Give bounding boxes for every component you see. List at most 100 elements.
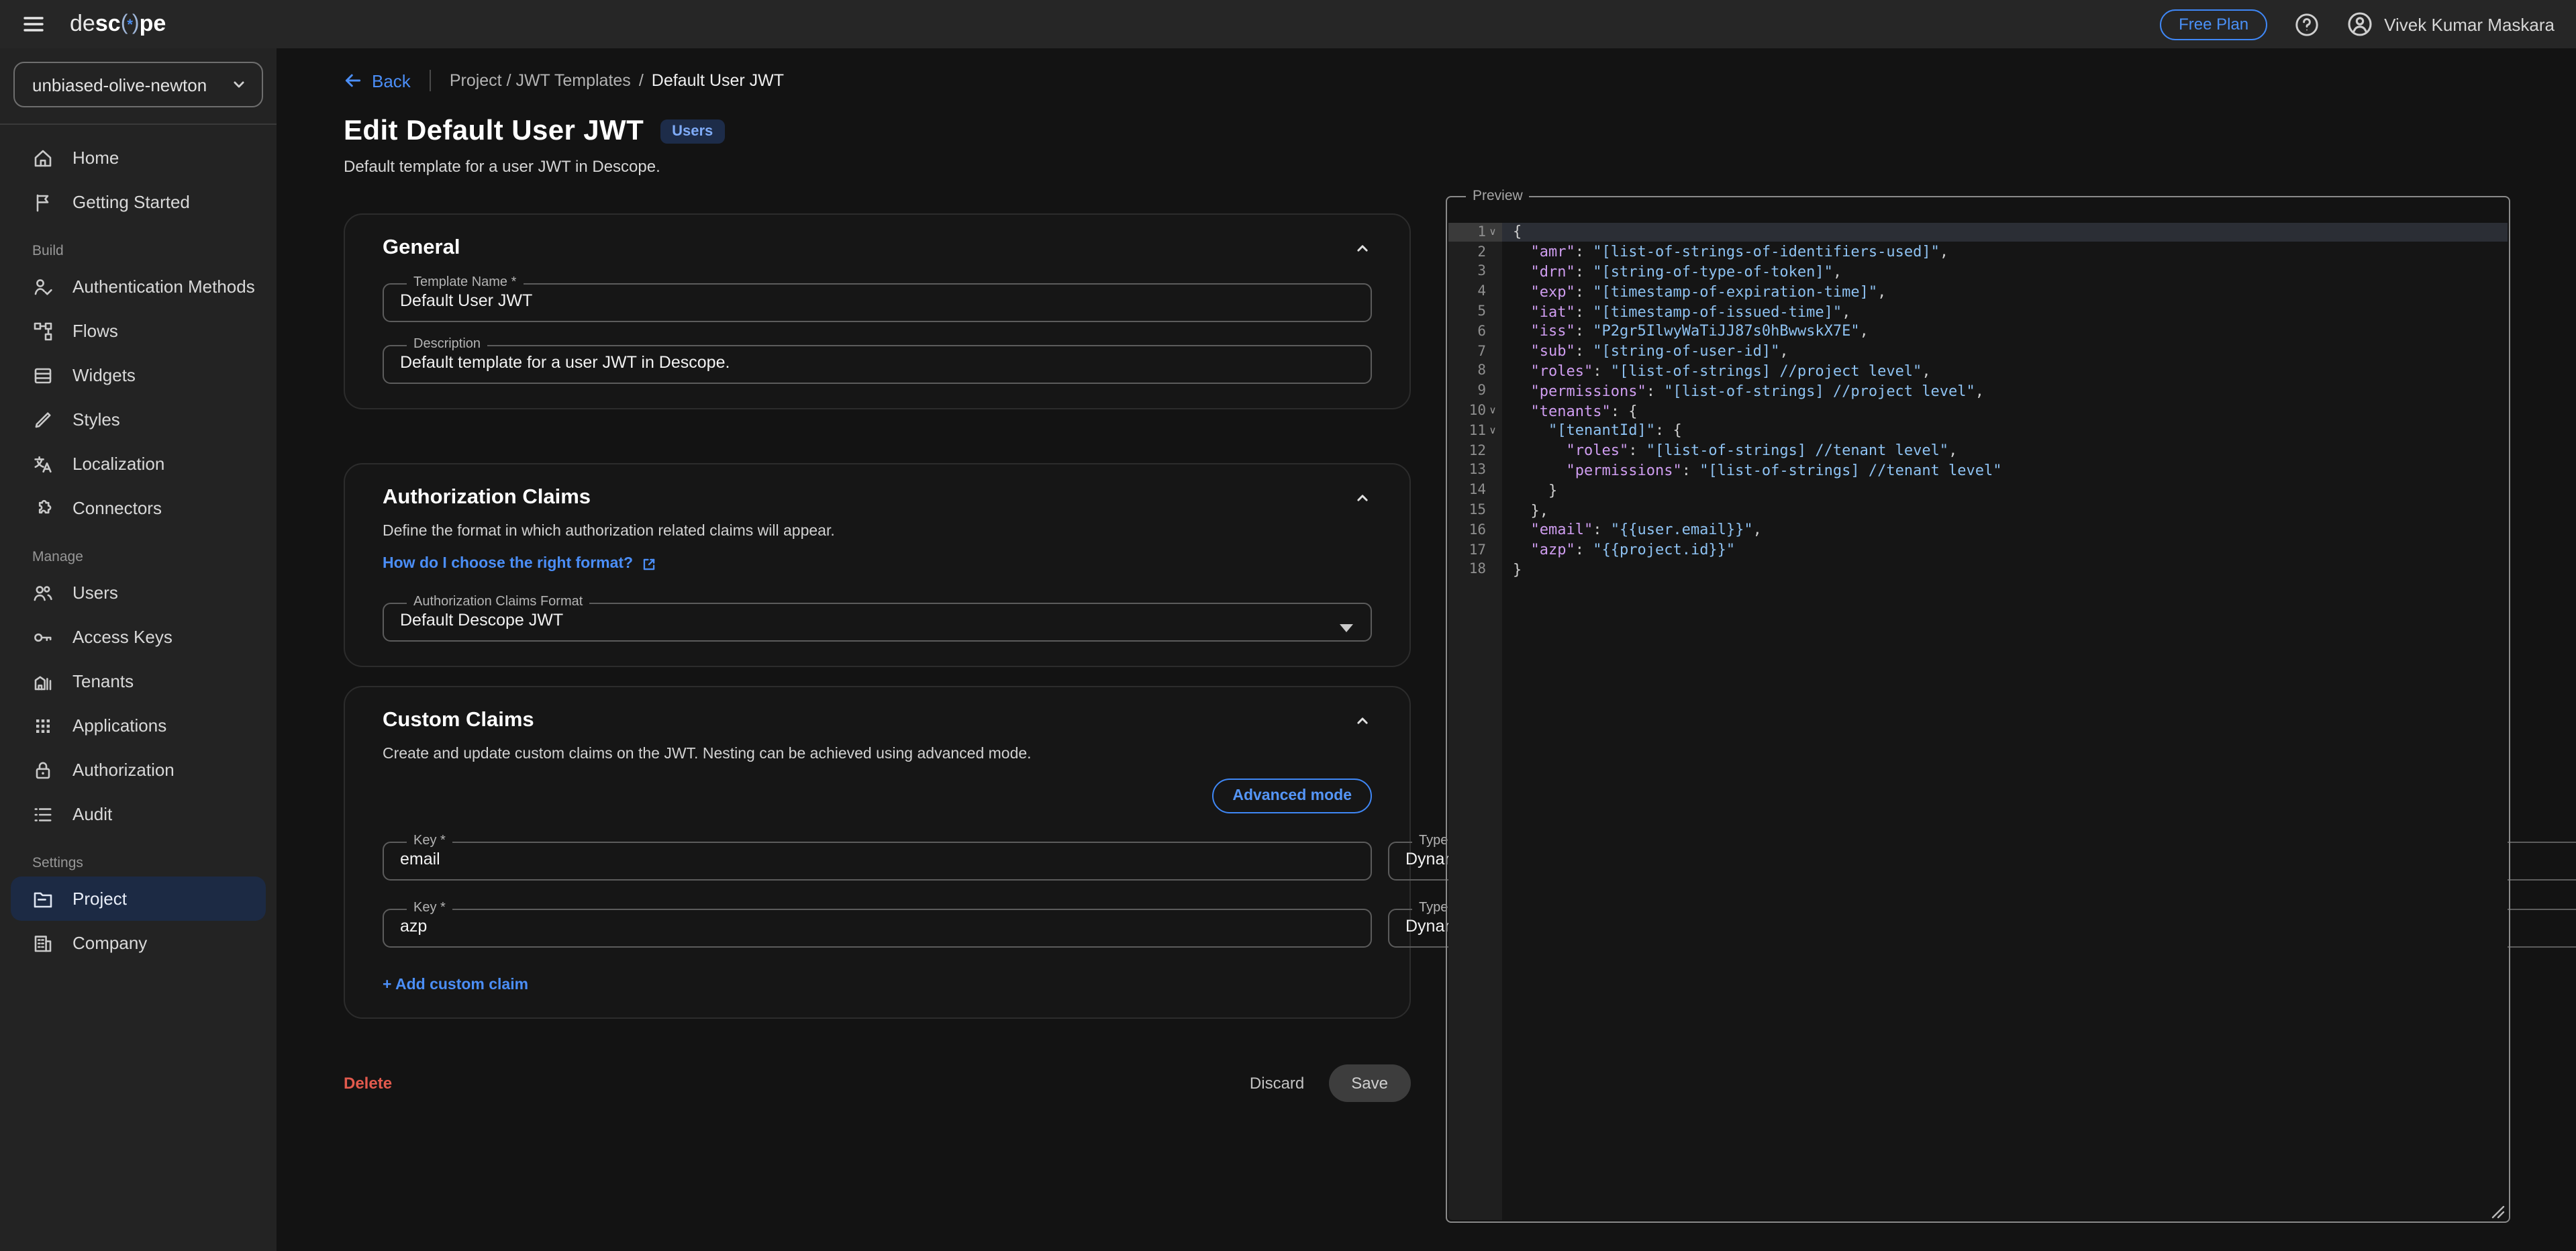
card-title-authorization-claims: Authorization Claims [383, 486, 1353, 510]
sidebar-item-label: Widgets [72, 365, 136, 385]
chevron-up-icon[interactable] [1353, 711, 1372, 730]
claim-key-input-label: Key * [407, 902, 452, 915]
fold-chevron-icon[interactable]: ∨ [1486, 426, 1499, 436]
chevron-up-icon[interactable] [1353, 239, 1372, 258]
descope-logo[interactable]: desc(*)pe [70, 11, 166, 38]
code-line: 3 "drn": "[string-of-type-of-token]", [1448, 262, 2508, 282]
sidebar-item-audit[interactable]: Audit [11, 792, 266, 836]
code-line: 14 } [1448, 481, 2508, 501]
code-line: 5 "iat": "[timestamp-of-issued-time]", [1448, 301, 2508, 321]
fold-chevron-icon[interactable]: ∨ [1486, 227, 1499, 237]
claim-key-input[interactable]: Key *email [383, 835, 1372, 881]
discard-button[interactable]: Discard [1250, 1074, 1304, 1093]
code-line: 13 "permissions": "[list-of-strings] //t… [1448, 460, 2508, 481]
sidebar-item-label: Audit [72, 804, 112, 824]
sidebar-item-getting-started[interactable]: Getting Started [11, 180, 266, 224]
claim-key-input[interactable]: Key *azp [383, 902, 1372, 948]
code-line: 4 "exp": "[timestamp-of-expiration-time]… [1448, 282, 2508, 302]
sidebar-item-widgets[interactable]: Widgets [11, 353, 266, 397]
audit-icon [32, 803, 54, 825]
claims-format-select[interactable]: Authorization Claims Format Default Desc… [383, 596, 1372, 642]
line-number: 8 [1448, 363, 1486, 379]
sidebar-item-localization[interactable]: Localization [11, 442, 266, 486]
descope-o-icon: (*) [121, 12, 140, 36]
sidebar-item-authorization[interactable]: Authorization [11, 748, 266, 792]
sidebar-item-label: Authorization [72, 760, 175, 780]
sidebar-item-label: Applications [72, 715, 166, 736]
line-number: 1 [1448, 224, 1486, 240]
code-line: 15 }, [1448, 500, 2508, 520]
breadcrumb-path[interactable]: Project / JWT Templates [450, 71, 631, 90]
line-number: 16 [1448, 522, 1486, 538]
sidebar-item-authentication-methods[interactable]: Authentication Methods [11, 264, 266, 309]
fold-chevron-icon[interactable]: ∨ [1486, 406, 1499, 416]
code-line: 2 "amr": "[list-of-strings-of-identifier… [1448, 242, 2508, 262]
code-line: 12 "roles": "[list-of-strings] //tenant … [1448, 441, 2508, 461]
sidebar-item-label: Users [72, 583, 118, 603]
sidebar-item-styles[interactable]: Styles [11, 397, 266, 442]
back-button[interactable]: Back [344, 70, 411, 91]
template-name-label: Template Name * [407, 277, 523, 290]
save-button[interactable]: Save [1328, 1064, 1411, 1102]
topbar: desc(*)pe Free Plan Vivek Kumar Maskara [0, 0, 2576, 48]
sidebar-item-label: Styles [72, 409, 120, 430]
code-line: 10∨ "tenants": { [1448, 401, 2508, 421]
users-badge: Users [660, 119, 725, 144]
free-plan-button[interactable]: Free Plan [2160, 9, 2267, 40]
card-title-custom-claims: Custom Claims [383, 709, 1353, 733]
sidebar: unbiased-olive-newton Home Getting Starte… [0, 48, 277, 1251]
sidebar-item-applications[interactable]: Applications [11, 703, 266, 748]
claim-key-input-label: Key * [407, 835, 452, 848]
sidebar-item-project[interactable]: Project [11, 877, 266, 921]
logo-text: de [70, 11, 95, 38]
description-value: Default template for a user JWT in Desco… [400, 352, 1354, 372]
help-icon[interactable] [2294, 11, 2320, 37]
sidebar-item-label: Flows [72, 321, 118, 341]
claim-key-input-value: email [400, 848, 1354, 868]
template-name-value: Default User JWT [400, 290, 1354, 310]
sidebar-item-users[interactable]: Users [11, 570, 266, 615]
sidebar-item-access-keys[interactable]: Access Keys [11, 615, 266, 659]
card-title-general: General [383, 236, 1353, 260]
sidebar-item-label: Home [72, 148, 119, 168]
custom-claim-row: Key *azpTypeDynamicValueproject.id [383, 886, 1372, 948]
menu-icon[interactable] [21, 12, 46, 36]
code-line: 7 "sub": "[string-of-user-id]", [1448, 342, 2508, 362]
user-menu[interactable]: Vivek Kumar Maskara [2346, 11, 2555, 38]
claim-key-input-value: azp [400, 915, 1354, 936]
description-label: Description [407, 338, 487, 352]
sidebar-item-home[interactable]: Home [11, 136, 266, 180]
footer-actions: Delete Discard Save [344, 1064, 1411, 1102]
sidebar-item-label: Project [72, 889, 127, 909]
sidebar-item-connectors[interactable]: Connectors [11, 486, 266, 530]
line-number: 10 [1448, 403, 1486, 419]
format-help-link[interactable]: How do I choose the right format? [383, 556, 656, 572]
sidebar-item-company[interactable]: Company [11, 921, 266, 965]
project-selector[interactable]: unbiased-olive-newton [13, 62, 263, 107]
sidebar-item-flows[interactable]: Flows [11, 309, 266, 353]
description-field[interactable]: Description Default template for a user … [383, 338, 1372, 384]
template-name-field[interactable]: Template Name * Default User JWT [383, 277, 1372, 322]
line-number: 3 [1448, 264, 1486, 280]
code-editor[interactable]: 1∨{2 "amr": "[list-of-strings-of-identif… [1448, 222, 2508, 1220]
translate-icon [32, 453, 54, 474]
authorization-claims-card: Authorization Claims Define the format i… [344, 463, 1411, 667]
tenants-icon [32, 670, 54, 692]
sidebar-divider [0, 123, 277, 125]
chevron-up-icon[interactable] [1353, 489, 1372, 507]
sidebar-item-label: Access Keys [72, 627, 172, 647]
custom-claims-card: Custom Claims Create and update custom c… [344, 686, 1411, 1019]
line-number: 9 [1448, 383, 1486, 399]
key-icon [32, 626, 54, 648]
code-line: 16 "email": "{{user.email}}", [1448, 520, 2508, 540]
line-number: 7 [1448, 343, 1486, 359]
delete-button[interactable]: Delete [344, 1074, 392, 1093]
sidebar-item-label: Localization [72, 454, 164, 474]
code-line: 11∨ "[tenantId]": { [1448, 421, 2508, 441]
resize-handle-icon[interactable] [2489, 1201, 2505, 1217]
user-avatar-icon [2346, 11, 2373, 38]
sidebar-item-tenants[interactable]: Tenants [11, 659, 266, 703]
add-custom-claim-button[interactable]: + Add custom claim [383, 977, 1372, 993]
preview-legend: Preview [1466, 189, 1530, 203]
advanced-mode-button[interactable]: Advanced mode [1212, 779, 1372, 813]
